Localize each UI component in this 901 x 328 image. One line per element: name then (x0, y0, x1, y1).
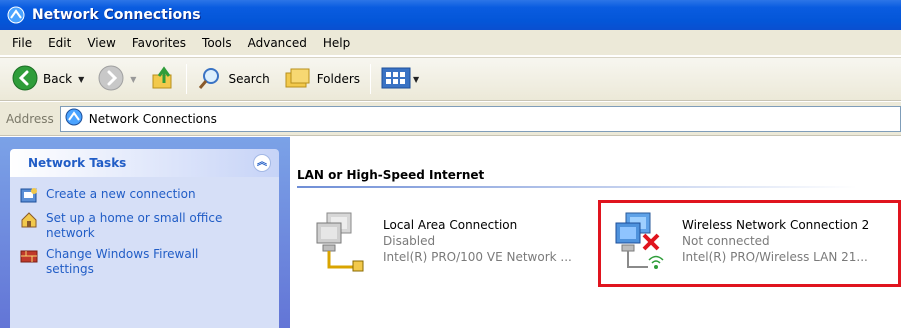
connection-wireless-2[interactable]: Wireless Network Connection 2 Not connec… (612, 209, 894, 279)
toolbar-separator (186, 64, 188, 94)
connection-name: Wireless Network Connection 2 (682, 218, 870, 232)
folders-icon (284, 65, 312, 94)
back-button[interactable]: Back ▼ (8, 62, 88, 96)
network-tasks-header[interactable]: Network Tasks ︽ (10, 149, 279, 177)
views-icon (381, 66, 411, 93)
connection-name: Local Area Connection (383, 218, 518, 232)
network-connections-icon (6, 5, 26, 25)
connection-details: Wireless Network Connection 2 Not connec… (682, 217, 894, 265)
toolbar-separator (370, 64, 372, 94)
wireless-connection-icon (612, 209, 670, 279)
folders-label: Folders (316, 72, 361, 86)
address-value: Network Connections (88, 111, 217, 126)
up-folder-button[interactable] (146, 62, 180, 96)
task-label: Create a new connection (46, 187, 196, 201)
task-label: Change Windows Firewall settings (46, 247, 199, 276)
menu-advanced[interactable]: Advanced (242, 36, 317, 50)
connection-details: Local Area Connection Disabled Intel(R) … (383, 217, 595, 265)
task-pane: Network Tasks ︽ Create a new connection (0, 137, 290, 328)
back-dropdown-icon[interactable]: ▼ (78, 75, 84, 84)
connection-status: Not connected (682, 234, 770, 248)
home-network-icon (20, 211, 38, 229)
up-folder-icon (150, 65, 176, 94)
folders-button[interactable]: Folders (280, 62, 364, 96)
menu-edit[interactable]: Edit (42, 36, 81, 50)
network-tasks-title: Network Tasks (28, 156, 127, 170)
lan-connection-icon (313, 209, 371, 279)
network-tasks-panel: Network Tasks ︽ Create a new connection (10, 149, 279, 328)
content-area: Network Tasks ︽ Create a new connection (0, 137, 901, 328)
task-home-network[interactable]: Set up a home or small office network (20, 211, 279, 241)
forward-dropdown-icon[interactable]: ▼ (130, 75, 136, 84)
search-button[interactable]: Search (193, 62, 273, 96)
views-button[interactable]: ▼ (377, 62, 423, 96)
search-label: Search (228, 72, 270, 86)
connections-pane: LAN or High-Speed Internet Local Area Co… (291, 137, 901, 328)
address-bar: Address Network Connections (0, 102, 901, 136)
menu-help[interactable]: Help (317, 36, 360, 50)
new-connection-icon (20, 187, 38, 205)
task-create-connection[interactable]: Create a new connection (20, 187, 279, 205)
connection-status: Disabled (383, 234, 436, 248)
connection-local-area[interactable]: Local Area Connection Disabled Intel(R) … (313, 209, 595, 279)
group-header: LAN or High-Speed Internet (297, 168, 857, 188)
forward-button[interactable]: ▼ (94, 62, 140, 96)
task-change-firewall[interactable]: Change Windows Firewall settings (20, 247, 279, 277)
forward-arrow-icon (98, 65, 124, 94)
title-bar[interactable]: Network Connections (0, 0, 901, 30)
task-label: Set up a home or small office network (46, 211, 223, 240)
firewall-icon (20, 247, 38, 265)
group-title: LAN or High-Speed Internet (297, 168, 485, 182)
menu-tools[interactable]: Tools (196, 36, 242, 50)
address-label: Address (6, 111, 54, 126)
network-connections-icon (65, 108, 83, 129)
menu-bar: File Edit View Favorites Tools Advanced … (0, 30, 901, 56)
window-title: Network Connections (32, 7, 201, 23)
collapse-chevron-icon[interactable]: ︽ (253, 154, 271, 172)
connection-device: Intel(R) PRO/100 VE Network ... (383, 250, 572, 264)
toolbar: Back ▼ ▼ Search Folders ▼ (0, 57, 901, 101)
menu-favorites[interactable]: Favorites (126, 36, 196, 50)
group-divider (297, 186, 857, 188)
address-field[interactable]: Network Connections (59, 105, 901, 132)
search-icon (197, 65, 223, 94)
connection-device: Intel(R) PRO/Wireless LAN 21... (682, 250, 868, 264)
network-tasks-body: Create a new connection Set up a home or… (10, 177, 279, 328)
back-arrow-icon (12, 65, 38, 94)
menu-file[interactable]: File (6, 36, 42, 50)
back-label: Back (43, 72, 73, 86)
views-dropdown-icon[interactable]: ▼ (413, 75, 419, 84)
menu-view[interactable]: View (81, 36, 125, 50)
